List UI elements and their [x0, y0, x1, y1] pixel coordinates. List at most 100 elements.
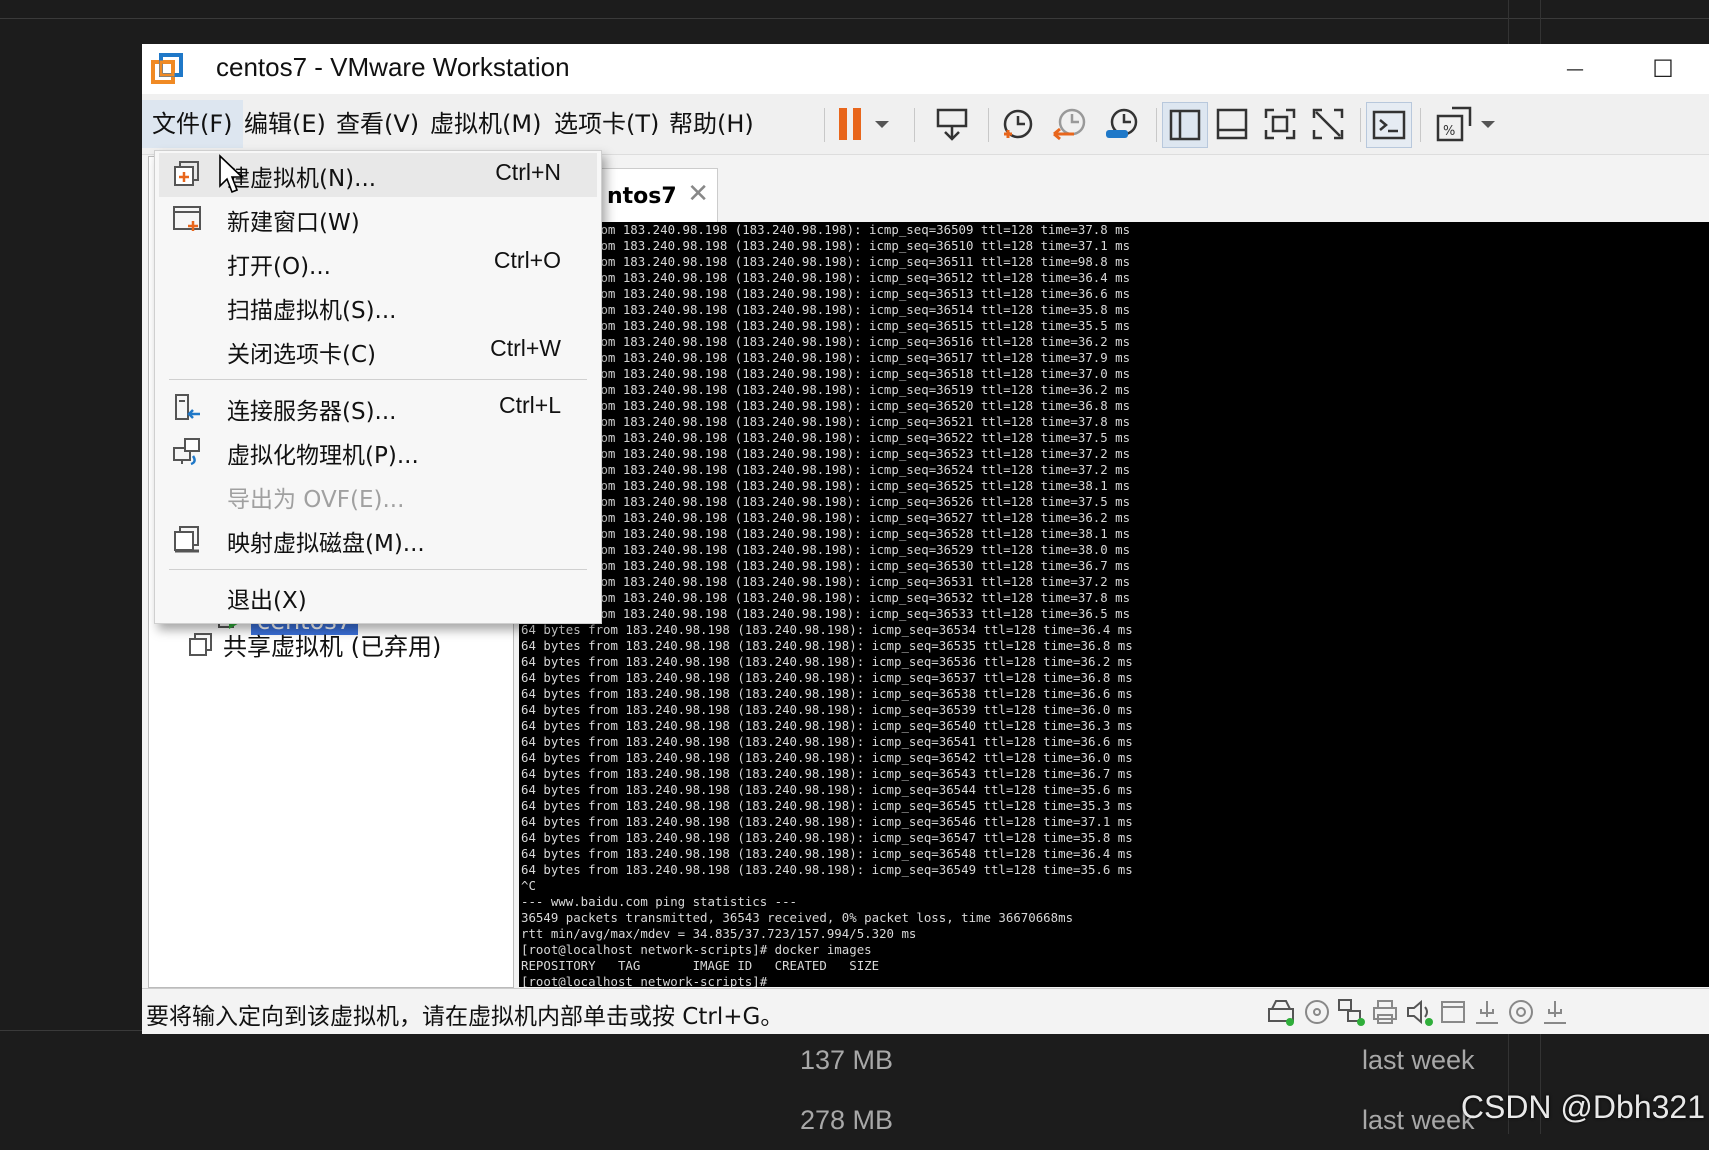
- vm-console[interactable]: rom 183.240.98.198 (183.240.98.198): icm…: [519, 222, 1709, 987]
- bg-divider: [0, 18, 1709, 19]
- snapshot-icon[interactable]: [996, 102, 1040, 146]
- minimize-button[interactable]: —: [1545, 44, 1605, 94]
- menu-new-window[interactable]: 新建窗口(W): [159, 197, 597, 241]
- map-disk-icon: [174, 526, 199, 553]
- shared-vm-icon: [189, 632, 212, 656]
- terminal-line: rom 183.240.98.198 (183.240.98.198): icm…: [593, 238, 1131, 253]
- terminal-line: rom 183.240.98.198 (183.240.98.198): icm…: [593, 286, 1131, 301]
- terminal-line: REPOSITORY TAG IMAGE ID CREATED SIZE: [521, 958, 880, 973]
- menu-tabs[interactable]: 选项卡(T): [544, 100, 669, 148]
- terminal-line: ^C: [521, 878, 536, 893]
- menu-item-label: 退出(X): [227, 588, 307, 614]
- menu-connect-server[interactable]: 连接服务器(S)... Ctrl+L: [159, 386, 597, 430]
- terminal-line: rom 183.240.98.198 (183.240.98.198): icm…: [593, 270, 1131, 285]
- menu-help[interactable]: 帮助(H): [659, 100, 764, 148]
- revert-snapshot-icon[interactable]: [1048, 102, 1092, 146]
- show-library-icon[interactable]: [1162, 102, 1208, 148]
- terminal-line: rtt min/avg/max/mdev = 34.835/37.723/157…: [521, 926, 917, 941]
- usb-icon[interactable]: [1472, 997, 1502, 1027]
- maximize-button[interactable]: ☐: [1633, 44, 1693, 94]
- terminal-line: rom 183.240.98.198 (183.240.98.198): icm…: [593, 542, 1131, 557]
- tab-centos7[interactable]: ntos7 ✕: [600, 168, 718, 223]
- vmware-logo-icon: [151, 53, 183, 84]
- menu-exit[interactable]: 退出(X): [159, 575, 597, 619]
- console-view-icon[interactable]: [1366, 102, 1412, 148]
- terminal-line: rom 183.240.98.198 (183.240.98.198): icm…: [593, 334, 1131, 349]
- terminal-line: [root@localhost network-scripts]# docker…: [521, 942, 872, 957]
- terminal-line: 64 bytes from 183.240.98.198 (183.240.98…: [521, 846, 1133, 861]
- show-thumbnail-icon[interactable]: [1210, 102, 1254, 146]
- terminal-line: rom 183.240.98.198 (183.240.98.198): icm…: [593, 526, 1131, 541]
- toolbar-separator: [824, 108, 825, 142]
- terminal-line: 64 bytes from 183.240.98.198 (183.240.98…: [521, 702, 1133, 717]
- menu-separator: [169, 569, 587, 570]
- toolbar-separator: [914, 108, 915, 142]
- menu-item-label: 建虚拟机(N)...: [227, 166, 377, 192]
- terminal-line: 64 bytes from 183.240.98.198 (183.240.98…: [521, 798, 1133, 813]
- chevron-down-icon[interactable]: [870, 102, 894, 146]
- image-created: last week: [1362, 1104, 1475, 1135]
- menu-item-label: 虚拟化物理机(P)...: [227, 443, 419, 469]
- toolbar-separator: [1156, 108, 1157, 142]
- printer-icon[interactable]: [1370, 997, 1400, 1027]
- stretch-icon[interactable]: %: [1432, 102, 1476, 146]
- menu-close-tab[interactable]: 关闭选项卡(C) Ctrl+W: [159, 329, 597, 373]
- terminal-line: rom 183.240.98.198 (183.240.98.198): icm…: [593, 558, 1131, 573]
- terminal-line: rom 183.240.98.198 (183.240.98.198): icm…: [593, 254, 1131, 269]
- terminal-line: rom 183.240.98.198 (183.240.98.198): icm…: [593, 574, 1131, 589]
- display-icon[interactable]: [1438, 997, 1468, 1027]
- chevron-down-icon[interactable]: [1476, 102, 1500, 146]
- svg-text:%: %: [1443, 124, 1455, 139]
- menu-export-ovf[interactable]: 导出为 OVF(E)...: [159, 474, 597, 518]
- fullscreen-icon[interactable]: [1258, 102, 1302, 146]
- terminal-line: rom 183.240.98.198 (183.240.98.198): icm…: [593, 318, 1131, 333]
- terminal-line: rom 183.240.98.198 (183.240.98.198): icm…: [593, 398, 1131, 413]
- menu-item-label: 映射虚拟磁盘(M)...: [227, 531, 425, 557]
- network-adapter-icon[interactable]: [1336, 997, 1366, 1027]
- menu-item-label: 关闭选项卡(C): [227, 342, 377, 368]
- menu-virtualize-physical[interactable]: 虚拟化物理机(P)...: [159, 430, 597, 474]
- menu-item-label: 新建窗口(W): [227, 210, 360, 236]
- csdn-watermark: CSDN @Dbh321: [1460, 1089, 1705, 1125]
- menu-view[interactable]: 查看(V): [326, 100, 429, 148]
- terminal-line: 64 bytes from 183.240.98.198 (183.240.98…: [521, 686, 1133, 701]
- menu-item-shortcut: Ctrl+W: [490, 335, 561, 361]
- menu-toolbar: 文件(F) 编辑(E) 查看(V) 虚拟机(M) 选项卡(T) 帮助(H) %: [142, 94, 1709, 155]
- terminal-line: rom 183.240.98.198 (183.240.98.198): icm…: [593, 414, 1131, 429]
- new-vm-icon: [174, 161, 199, 186]
- usb-device-icon[interactable]: [1540, 997, 1570, 1027]
- pause-icon[interactable]: [830, 102, 874, 146]
- terminal-line: 64 bytes from 183.240.98.198 (183.240.98…: [521, 718, 1133, 733]
- menu-scan-vm[interactable]: 扫描虚拟机(S)...: [159, 285, 597, 329]
- terminal-line: rom 183.240.98.198 (183.240.98.198): icm…: [593, 494, 1131, 509]
- snapshot-manager-icon[interactable]: [1100, 102, 1144, 146]
- hard-disk-icon[interactable]: [1266, 997, 1296, 1027]
- menu-vm[interactable]: 虚拟机(M): [420, 100, 551, 148]
- new-window-icon: [173, 206, 201, 231]
- bluetooth-icon[interactable]: [1506, 997, 1536, 1027]
- menu-file[interactable]: 文件(F): [142, 100, 243, 148]
- menu-open[interactable]: 打开(O)... Ctrl+O: [159, 241, 597, 285]
- menu-map-disk[interactable]: 映射虚拟磁盘(M)...: [159, 518, 597, 562]
- library-shared-vms[interactable]: 共享虚拟机 (已弃用): [187, 627, 441, 662]
- close-icon[interactable]: ✕: [687, 179, 709, 209]
- menu-edit[interactable]: 编辑(E): [234, 100, 336, 148]
- terminal-line: rom 183.240.98.198 (183.240.98.198): icm…: [593, 302, 1131, 317]
- unity-icon[interactable]: [1306, 102, 1350, 146]
- menu-separator: [169, 379, 587, 380]
- sound-icon[interactable]: [1404, 997, 1434, 1027]
- terminal-line: 64 bytes from 183.240.98.198 (183.240.98…: [521, 814, 1133, 829]
- terminal-line: rom 183.240.98.198 (183.240.98.198): icm…: [593, 446, 1131, 461]
- terminal-line: 64 bytes from 183.240.98.198 (183.240.98…: [521, 638, 1133, 653]
- terminal-line: rom 183.240.98.198 (183.240.98.198): icm…: [593, 350, 1131, 365]
- terminal-line: rom 183.240.98.198 (183.240.98.198): icm…: [593, 590, 1131, 605]
- terminal-line: rom 183.240.98.198 (183.240.98.198): icm…: [593, 366, 1131, 381]
- menu-item-label: 打开(O)...: [227, 254, 331, 280]
- toolbar-separator: [988, 108, 989, 142]
- image-created: last week: [1362, 1044, 1475, 1075]
- cd-dvd-icon[interactable]: [1302, 997, 1332, 1027]
- title-bar: centos7 - VMware Workstation — ☐: [142, 44, 1709, 94]
- terminal-line: 64 bytes from 183.240.98.198 (183.240.98…: [521, 622, 1133, 637]
- terminal-line: --- www.baidu.com ping statistics ---: [521, 894, 798, 909]
- send-keys-icon[interactable]: [930, 102, 974, 146]
